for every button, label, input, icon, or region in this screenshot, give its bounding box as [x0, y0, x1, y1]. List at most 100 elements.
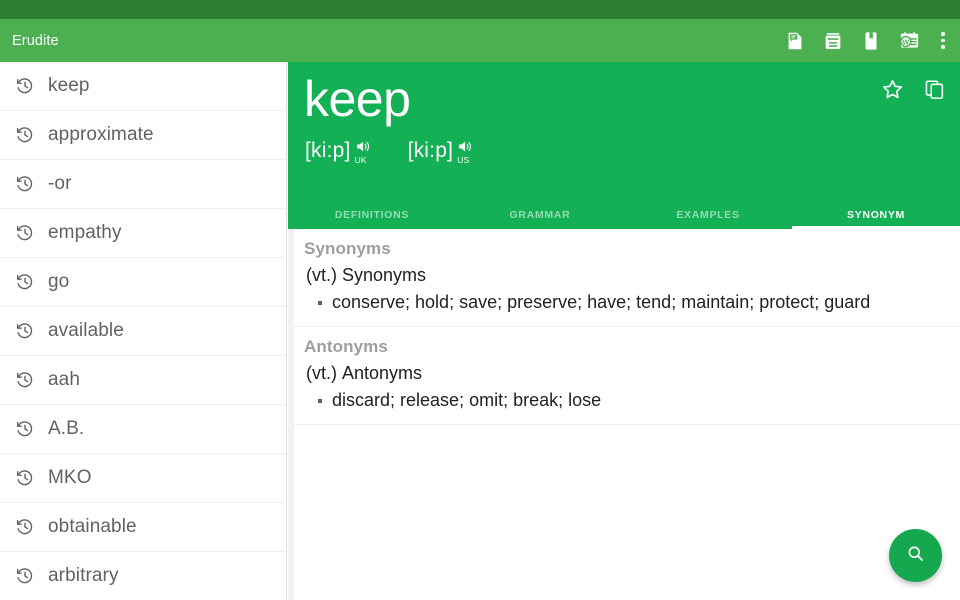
overflow-menu-icon [941, 32, 945, 36]
app-root: Erudite [0, 0, 960, 600]
tab-label: DEFINITIONS [335, 209, 409, 221]
search-fab[interactable] [889, 529, 942, 582]
locale-label-us: US [457, 156, 469, 165]
app-bar: Erudite [0, 19, 960, 62]
headword: keep [304, 70, 410, 128]
speaker-us-button[interactable]: US [456, 138, 475, 165]
overflow-menu-icon-dot2 [941, 39, 945, 43]
history-item-label: arbitrary [48, 565, 119, 587]
section-divider [294, 424, 960, 425]
search-icon [905, 543, 926, 569]
overflow-menu-icon-dot3 [941, 45, 945, 49]
history-icon [14, 565, 36, 587]
history-item[interactable]: keep [0, 62, 286, 111]
history-item[interactable]: available [0, 307, 286, 356]
synonym-content[interactable]: Synonyms (vt.) Synonyms conserve; hold; … [288, 229, 960, 600]
main-panel: keep [ki:p] UK [288, 62, 960, 600]
tab-examples[interactable]: EXAMPLES [624, 201, 792, 229]
favorite-button[interactable] [876, 76, 908, 108]
favorite-star-icon [880, 77, 905, 107]
history-item[interactable]: go [0, 258, 286, 307]
pronunciation-uk[interactable]: [ki:p] UK [305, 138, 373, 165]
history-item[interactable]: obtainable [0, 503, 286, 552]
antonyms-section: Antonyms (vt.) Antonyms discard; release… [294, 327, 960, 425]
history-item-label: A.B. [48, 418, 84, 440]
word-header-actions [876, 76, 950, 108]
tab-synonym[interactable]: SYNONYM [792, 201, 960, 229]
word-header: keep [ki:p] UK [288, 62, 960, 201]
copy-icon [923, 78, 946, 106]
history-item-label: -or [48, 173, 72, 195]
history-item[interactable]: empathy [0, 209, 286, 258]
bookmark-icon [860, 30, 882, 52]
tab-label: GRAMMAR [510, 209, 571, 221]
pronunciation-us[interactable]: [ki:p] US [408, 138, 476, 165]
history-item-label: approximate [48, 124, 154, 146]
tab-label: EXAMPLES [676, 209, 739, 221]
app-title: Erudite [12, 33, 59, 49]
overflow-menu-button[interactable] [930, 24, 956, 58]
history-item-label: keep [48, 75, 90, 97]
status-bar [0, 0, 960, 19]
speaker-uk-button[interactable]: UK [354, 138, 373, 165]
tab-label: SYNONYM [847, 209, 905, 221]
history-icon [14, 369, 36, 391]
flashcards-icon [822, 30, 844, 52]
flashcards-button[interactable] [816, 24, 850, 58]
antonyms-entry-title: Antonyms [342, 363, 422, 383]
tab-grammar[interactable]: GRAMMAR [456, 201, 624, 229]
history-item[interactable]: arbitrary [0, 552, 286, 600]
history-sidebar[interactable]: keep approximate -or empathy go [0, 62, 287, 600]
bookmark-button[interactable] [854, 24, 888, 58]
history-icon [14, 75, 36, 97]
history-icon [14, 173, 36, 195]
antonyms-entry: (vt.) Antonyms discard; release; omit; b… [294, 363, 960, 414]
synonyms-section: Synonyms (vt.) Synonyms conserve; hold; … [294, 229, 960, 327]
synonyms-entry: (vt.) Synonyms conserve; hold; save; pre… [294, 265, 960, 316]
synonyms-entry-head: (vt.) Synonyms [306, 265, 950, 286]
word-of-the-day-button[interactable]: W [892, 24, 926, 58]
word-of-the-day-icon: W [898, 29, 921, 52]
synonyms-entry-title: Synonyms [342, 265, 426, 285]
app-bar-actions: W [778, 24, 956, 58]
history-item-label: available [48, 320, 124, 342]
history-item[interactable]: -or [0, 160, 286, 209]
history-icon [14, 516, 36, 538]
antonyms-entry-head: (vt.) Antonyms [306, 363, 950, 384]
history-icon [14, 467, 36, 489]
antonyms-pos: (vt.) [306, 363, 337, 383]
history-item-label: obtainable [48, 516, 137, 538]
history-item[interactable]: A.B. [0, 405, 286, 454]
history-icon [14, 222, 36, 244]
history-item-label: MKO [48, 467, 92, 489]
history-icon [14, 418, 36, 440]
notes-button[interactable] [778, 24, 812, 58]
pronunciation-row: [ki:p] UK [ki:p] [305, 138, 475, 165]
notes-icon [784, 30, 806, 52]
history-item[interactable]: MKO [0, 454, 286, 503]
svg-text:W: W [902, 38, 909, 46]
ipa-us: [ki:p] [408, 138, 454, 164]
synonyms-pos: (vt.) [306, 265, 337, 285]
tab-bar: DEFINITIONS GRAMMAR EXAMPLES SYNONYM [288, 201, 960, 229]
list-item: discard; release; omit; break; lose [306, 386, 922, 414]
ipa-uk: [ki:p] [305, 138, 351, 164]
history-icon [14, 271, 36, 293]
antonyms-list: discard; release; omit; break; lose [306, 386, 950, 414]
synonyms-list: conserve; hold; save; preserve; have; te… [306, 288, 950, 316]
history-icon [14, 124, 36, 146]
synonyms-section-title: Synonyms [294, 229, 960, 265]
list-item: conserve; hold; save; preserve; have; te… [306, 288, 922, 316]
history-item-label: aah [48, 369, 80, 391]
locale-label-uk: UK [355, 156, 367, 165]
copy-button[interactable] [918, 76, 950, 108]
history-icon [14, 320, 36, 342]
history-item[interactable]: aah [0, 356, 286, 405]
tab-definitions[interactable]: DEFINITIONS [288, 201, 456, 229]
history-item[interactable]: approximate [0, 111, 286, 160]
history-item-label: go [48, 271, 69, 293]
speaker-icon [456, 138, 475, 155]
antonyms-section-title: Antonyms [294, 327, 960, 363]
history-item-label: empathy [48, 222, 122, 244]
speaker-icon [354, 138, 373, 155]
